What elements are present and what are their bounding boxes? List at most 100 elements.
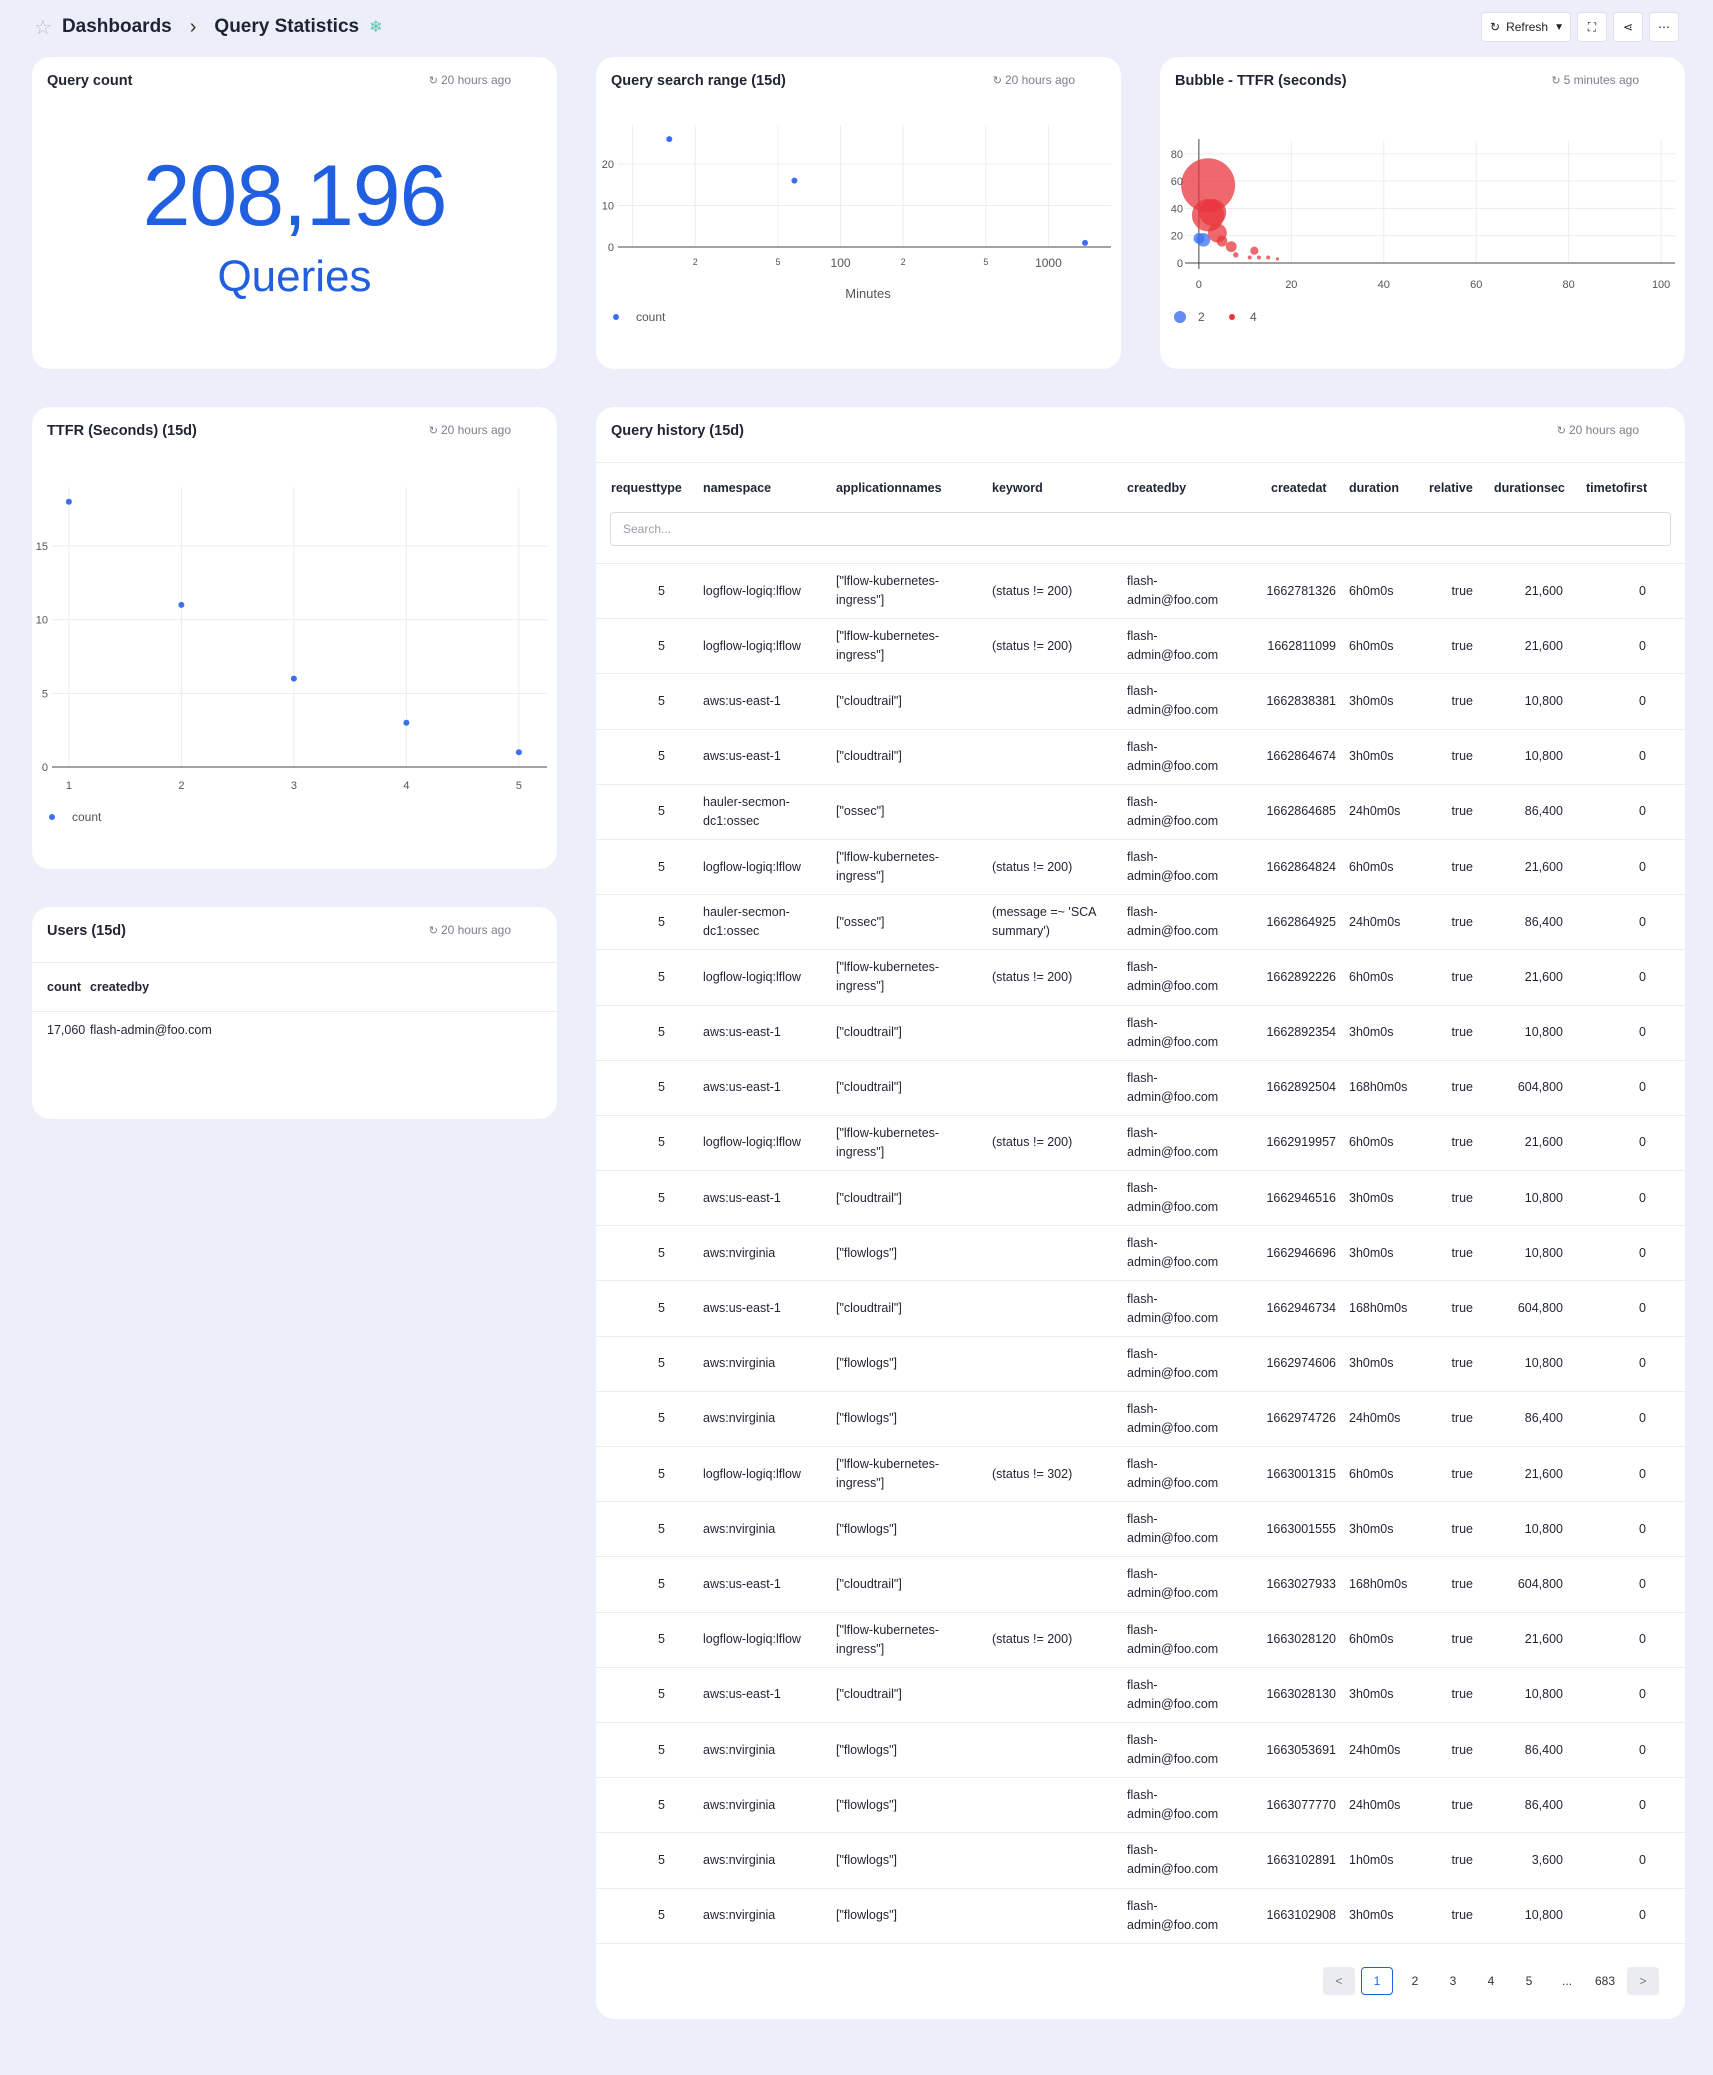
cell-relative: true xyxy=(1451,914,1473,929)
cell-keyword-line: (status != 200) xyxy=(992,969,1073,984)
data-point[interactable] xyxy=(403,719,410,726)
cell-createdat: 1662781326 xyxy=(1266,583,1336,598)
y-tick-label: 15 xyxy=(36,541,48,553)
legend-label-2[interactable]: 2 xyxy=(1198,310,1205,324)
cell-createdat: 1662838381 xyxy=(1266,693,1336,708)
cell-keyword: (message =~ 'SCA summary') xyxy=(992,903,1122,941)
page-5-button[interactable]: 5 xyxy=(1513,1967,1545,1995)
x-tick-label: 60 xyxy=(1470,279,1482,291)
refresh-button[interactable]: ↻ Refresh ▼ xyxy=(1481,12,1571,42)
cell-applicationnames: ["ossec"] xyxy=(836,913,986,932)
column-header-duration[interactable]: duration xyxy=(1349,481,1399,495)
bubble[interactable] xyxy=(1256,255,1261,260)
caret-down-icon[interactable]: ▼ xyxy=(1554,22,1564,33)
page-3-button[interactable]: 3 xyxy=(1437,1967,1469,1995)
bubble[interactable] xyxy=(1225,241,1237,253)
share-button[interactable]: ⋖ xyxy=(1613,12,1643,42)
bubble[interactable] xyxy=(1247,255,1252,260)
bubble[interactable] xyxy=(1216,235,1228,247)
cell-createdby-line: flash- xyxy=(1127,1070,1158,1085)
prev-page-button[interactable]: < xyxy=(1323,1967,1355,1995)
cell-namespace-line: aws:us-east-1 xyxy=(703,1190,781,1205)
cell-requesttype: 5 xyxy=(658,1411,665,1426)
column-header-namespace[interactable]: namespace xyxy=(703,481,771,495)
search-input[interactable]: Search... xyxy=(610,512,1671,546)
column-header-count[interactable]: count xyxy=(32,980,90,994)
bubble[interactable] xyxy=(1266,255,1271,260)
table-row: 5 logflow-logiq:lflow ["lflow-kubernetes-i… xyxy=(596,1116,1685,1172)
column-header-requesttype[interactable]: requesttype xyxy=(611,481,682,495)
star-icon[interactable]: ☆ xyxy=(34,15,52,40)
data-point[interactable] xyxy=(791,177,798,184)
cell-createdby-line: flash- xyxy=(1127,1015,1158,1030)
page-last-button[interactable]: 683 xyxy=(1589,1967,1621,1995)
cell-createdby-line: admin@foo.com xyxy=(1127,648,1219,663)
column-header-applicationnames[interactable]: applicationnames xyxy=(836,481,942,495)
bubble[interactable] xyxy=(1233,252,1239,258)
column-header-durationsec[interactable]: durationsec xyxy=(1494,481,1565,495)
y-tick-label: 0 xyxy=(42,762,48,774)
cell-requesttype: 5 xyxy=(658,1245,665,1260)
cell-namespace: aws:us-east-1 xyxy=(703,1023,833,1042)
more-button[interactable]: ⋯ xyxy=(1649,12,1679,42)
cell-applicationnames-line: ["flowlogs"] xyxy=(836,1742,897,1757)
cell-createdby: flash-admin@foo.com xyxy=(1127,1345,1257,1383)
column-header-createdby[interactable]: createdby xyxy=(1127,481,1186,495)
cell-applicationnames: ["lflow-kubernetes-ingress"] xyxy=(836,1124,986,1162)
cell-applicationnames-line: ["lflow-kubernetes- xyxy=(836,960,940,975)
column-header-timetofirst[interactable]: timetofirst xyxy=(1586,481,1647,495)
cell-relative: true xyxy=(1451,693,1473,708)
data-point[interactable] xyxy=(1082,239,1089,246)
column-header-createdat[interactable]: createdat xyxy=(1271,481,1327,495)
column-header-keyword[interactable]: keyword xyxy=(992,481,1043,495)
bubble[interactable] xyxy=(1193,233,1205,244)
updated-label: 20 hours ago xyxy=(440,73,511,87)
cell-applicationnames: ["lflow-kubernetes-ingress"] xyxy=(836,848,986,886)
cell-createdby-line: flash- xyxy=(1127,850,1158,865)
page-1-button[interactable]: 1 xyxy=(1361,1967,1393,1995)
table-row: 5 aws:us-east-1 ["cloudtrail"] flash-admin@… xyxy=(596,1171,1685,1227)
breadcrumb-dashboards-link[interactable]: Dashboards xyxy=(62,16,172,38)
cell-durationsec: 86,400 xyxy=(1524,1411,1563,1426)
page-2-button[interactable]: 2 xyxy=(1399,1967,1431,1995)
next-page-button[interactable]: > xyxy=(1627,1967,1659,1995)
data-point[interactable] xyxy=(65,498,72,505)
cell-duration: 6h0m0s xyxy=(1349,638,1394,653)
cell-durationsec: 86,400 xyxy=(1524,1797,1563,1812)
cell-createdat: 1663028120 xyxy=(1266,1632,1336,1647)
cell-createdby-line: admin@foo.com xyxy=(1127,1144,1219,1159)
more-icon: ⋯ xyxy=(1658,20,1670,34)
x-tick-label: 2 xyxy=(693,257,698,267)
cell-namespace-line: aws:nvirginia xyxy=(703,1245,776,1260)
legend-label[interactable]: count xyxy=(636,310,666,324)
data-point[interactable] xyxy=(666,136,673,143)
cell-createdby-line: admin@foo.com xyxy=(1127,1862,1219,1877)
cell-keyword: (status != 200) xyxy=(992,968,1122,987)
cell-namespace: aws:nvirginia xyxy=(703,1906,833,1925)
data-point[interactable] xyxy=(178,601,185,608)
cell-requesttype: 5 xyxy=(658,1632,665,1647)
table-row: 5 aws:nvirginia ["flowlogs"] flash-admin@fo… xyxy=(596,1889,1685,1944)
bubble[interactable] xyxy=(1275,257,1280,261)
y-tick-label: 20 xyxy=(602,159,614,171)
data-point[interactable] xyxy=(290,675,297,682)
cell-namespace: logflow-logiq:lflow xyxy=(703,1465,833,1484)
cell-applicationnames-line: ["flowlogs"] xyxy=(836,1245,897,1260)
fullscreen-button[interactable]: ⛶ xyxy=(1577,12,1607,42)
column-header-createdby[interactable]: createdby xyxy=(90,980,149,994)
legend-label-4[interactable]: 4 xyxy=(1250,310,1257,324)
page-4-button[interactable]: 4 xyxy=(1475,1967,1507,1995)
cell-keyword-line: (status != 200) xyxy=(992,1632,1073,1647)
cell-keyword: (status != 200) xyxy=(992,1630,1122,1649)
cell-applicationnames-line: ["lflow-kubernetes- xyxy=(836,574,940,589)
data-point[interactable] xyxy=(515,749,522,756)
bubble[interactable] xyxy=(1250,246,1259,255)
column-header-relative[interactable]: relative xyxy=(1429,481,1473,495)
chevron-right-icon: › xyxy=(189,15,197,38)
cell-namespace-line: logflow-logiq:lflow xyxy=(703,1135,801,1150)
cell-applicationnames: ["lflow-kubernetes-ingress"] xyxy=(836,1621,986,1659)
legend-label[interactable]: count xyxy=(72,810,102,824)
y-tick-label: 0 xyxy=(1177,258,1183,270)
bubble[interactable] xyxy=(1199,199,1227,227)
cell-relative: true xyxy=(1451,804,1473,819)
